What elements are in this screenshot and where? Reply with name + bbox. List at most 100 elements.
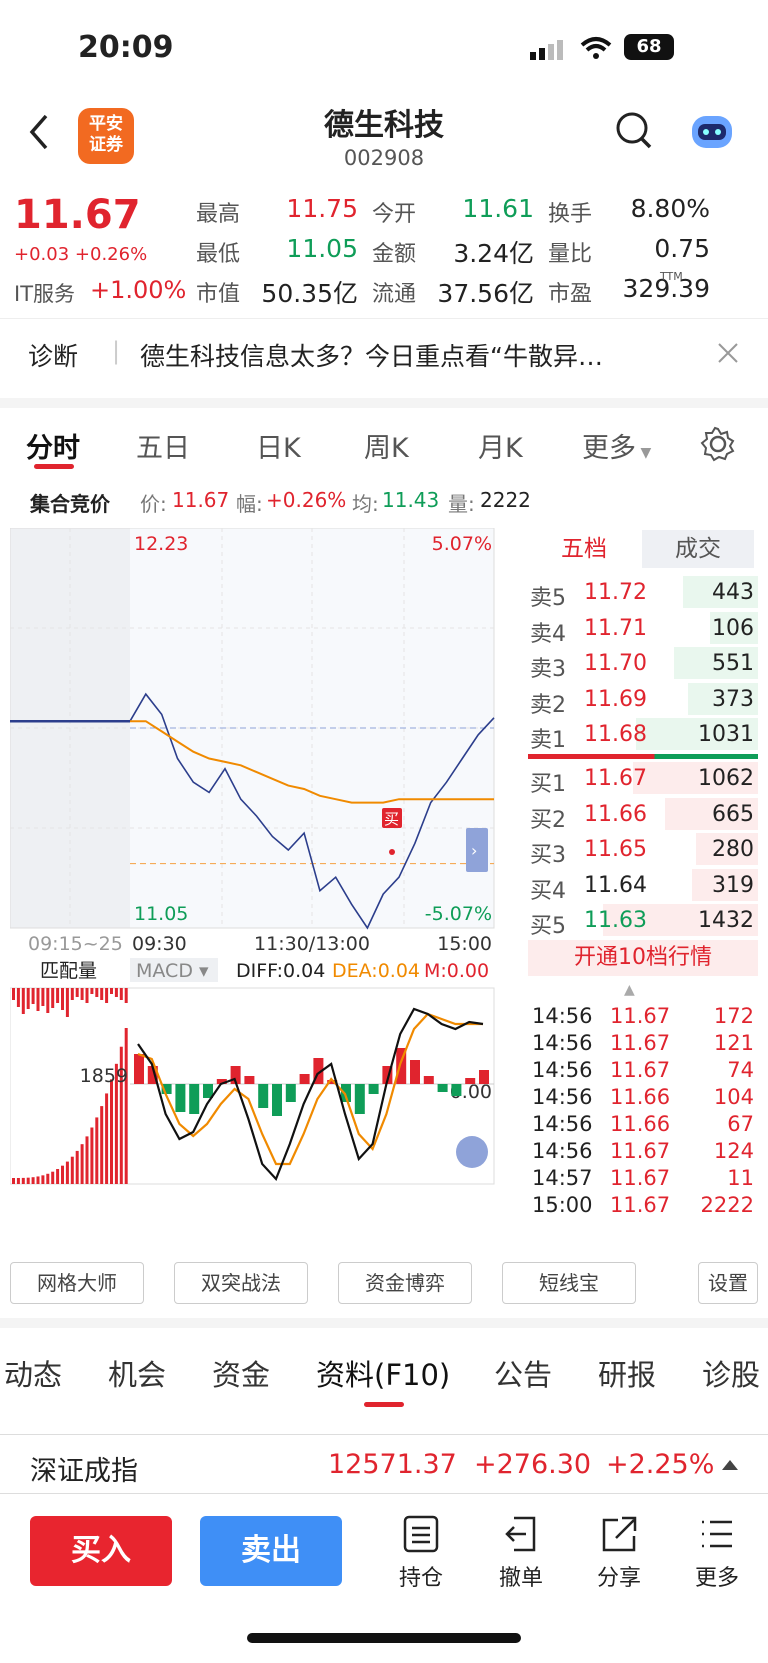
- gear-icon[interactable]: [700, 426, 736, 466]
- trade-tick: 14:56 11.66 104: [528, 1083, 758, 1111]
- bids-row[interactable]: 买2 11.66 665: [528, 796, 758, 833]
- bids-row[interactable]: 买4 11.64 319: [528, 867, 758, 904]
- bids-row[interactable]: 买1 11.67 1062: [528, 760, 758, 797]
- level-volume: 1432: [698, 908, 754, 933]
- robot-icon[interactable]: [688, 108, 736, 156]
- positions-button[interactable]: 持仓: [386, 1514, 456, 1592]
- level-label: 买1: [530, 772, 566, 797]
- intraday-chart[interactable]: 买 › 12.23 5.07% 11.05 -5.07% 09:15~25 09:30 11:3…: [9, 527, 528, 1185]
- bids-row[interactable]: 买3 11.65 280: [528, 831, 758, 868]
- tab-news[interactable]: 动态: [4, 1352, 62, 1394]
- auction-match-bar: [110, 1079, 113, 1184]
- tool-short-term[interactable]: 短线宝: [502, 1262, 636, 1304]
- tab-funds[interactable]: 资金: [212, 1352, 270, 1394]
- level-volume: 280: [712, 837, 754, 862]
- tick-price: 11.67: [610, 1058, 671, 1082]
- bottom-toolbar: 买入 卖出 持仓 撤单 分享 更多: [0, 1500, 768, 1630]
- macd-bar: [175, 1084, 186, 1112]
- tab-indicator: [364, 1402, 404, 1407]
- tab-weekly-k[interactable]: 周K: [364, 426, 409, 465]
- quote-value: 0.75: [654, 234, 710, 263]
- macd-bar: [354, 1084, 365, 1114]
- level-volume: 1062: [698, 766, 754, 791]
- auction-volume-bar: [46, 988, 50, 1013]
- tab-f10[interactable]: 资料(F10): [316, 1352, 450, 1394]
- asks-row[interactable]: 卖3 11.70 551: [528, 645, 758, 682]
- auction-match-bar: [124, 1028, 128, 1184]
- tab-diagnose[interactable]: 诊股: [702, 1352, 760, 1394]
- order-book: 五档 成交 卖5 11.72 443 卖4 11.71 106 卖3 11.70 551 卖2 11…: [528, 528, 768, 1250]
- price-change: +0.03 +0.26%: [14, 244, 148, 265]
- pct-low-label: -5.07%: [425, 903, 492, 925]
- tab-intraday[interactable]: 分时: [26, 426, 80, 465]
- bids-row[interactable]: 买5 11.63 1432: [528, 902, 758, 939]
- time-axis-label: 09:30: [132, 933, 187, 955]
- auction-volume-bar: [114, 988, 118, 997]
- macd-bar: [423, 1076, 434, 1084]
- diagnosis-banner[interactable]: 诊断 | 德生科技信息太多？今日重点看“牛散异…: [0, 318, 768, 388]
- tick-price: 11.67: [610, 1193, 671, 1217]
- tool-fund-game[interactable]: 资金博弈: [338, 1262, 472, 1304]
- diagnosis-label: 诊断: [28, 342, 79, 371]
- share-button[interactable]: 分享: [584, 1514, 654, 1592]
- sell-button[interactable]: 卖出: [200, 1516, 342, 1586]
- macd-bar: [134, 1054, 144, 1084]
- level-volume: 106: [712, 615, 754, 641]
- last-price: 11.67: [14, 192, 141, 238]
- battery-level: 68: [636, 36, 662, 57]
- tab-monthly-k[interactable]: 月K: [478, 426, 523, 465]
- diagnosis-text[interactable]: 德生科技信息太多？今日重点看“牛散异…: [140, 337, 690, 373]
- asks-row[interactable]: 卖5 11.72 443: [528, 574, 758, 611]
- level-label: 卖4: [530, 621, 566, 647]
- stock-header: 平安 证券 德生科技 002908: [0, 96, 768, 180]
- tab-five-level[interactable]: 五档: [528, 530, 640, 568]
- auction-match-bar: [85, 1136, 89, 1184]
- auction-match-bar: [16, 1177, 20, 1184]
- trade-tick: 14:57 11.67 11: [528, 1164, 758, 1192]
- auction-vol: 2222: [480, 488, 531, 512]
- level-label: 卖5: [530, 586, 566, 611]
- info-tabs: 动态 机会 资金 资料(F10) 公告 研报 诊股: [0, 1318, 768, 1407]
- auction-volume-bar: [26, 988, 30, 1009]
- tab-research[interactable]: 研报: [598, 1352, 656, 1394]
- close-icon[interactable]: [716, 341, 740, 369]
- index-pct: +2.25%: [606, 1449, 715, 1480]
- index-ticker[interactable]: 深证成指 12571.37 +276.30 +2.25%: [0, 1434, 768, 1494]
- chevron-up-icon[interactable]: [720, 1457, 740, 1476]
- sector-name[interactable]: IT服务: [14, 278, 75, 308]
- asks-row[interactable]: 卖4 11.71 106: [528, 610, 758, 647]
- chart-svg[interactable]: 买 › 12.23 5.07% 11.05 -5.07% 09:15~25 09:30 11:3…: [9, 527, 528, 1228]
- buy-button[interactable]: 买入: [30, 1516, 172, 1586]
- divider: |: [112, 337, 121, 365]
- auction-volume-bar: [70, 988, 74, 1000]
- tab-five-day[interactable]: 五日: [136, 426, 190, 465]
- level-label: 买2: [530, 807, 566, 833]
- collapse-icon[interactable]: ▲: [624, 982, 635, 998]
- search-icon[interactable]: [614, 110, 654, 156]
- macd-bar: [258, 1084, 269, 1108]
- auction-volume-bar: [75, 988, 79, 997]
- quote-value: 11.61: [462, 194, 534, 223]
- auction-avg: 11.43: [382, 488, 440, 512]
- tick-volume: 104: [713, 1085, 754, 1109]
- macd-select-label: MACD ▾: [136, 960, 209, 982]
- tool-grid-master[interactable]: 网格大师: [10, 1262, 144, 1304]
- level-label: 卖3: [530, 657, 566, 682]
- tab-announcement[interactable]: 公告: [494, 1352, 552, 1394]
- asks-row[interactable]: 卖2 11.69 373: [528, 681, 758, 718]
- trade-tick: 14:56 11.67 121: [528, 1029, 758, 1057]
- tool-settings[interactable]: 设置: [698, 1262, 758, 1304]
- tab-opportunity[interactable]: 机会: [108, 1352, 166, 1394]
- auction-volume-bar: [85, 988, 89, 1003]
- more-button[interactable]: 更多: [682, 1514, 752, 1592]
- signal-icon: [530, 40, 566, 64]
- tab-daily-k[interactable]: 日K: [256, 426, 301, 465]
- clock: 20:09: [78, 30, 174, 65]
- cancel-order-button[interactable]: 撤单: [486, 1514, 556, 1592]
- tab-more[interactable]: 更多 ▼: [582, 426, 651, 465]
- asks-row[interactable]: 卖1 11.68 1031: [528, 716, 758, 753]
- upgrade-level-button[interactable]: 开通10档行情: [528, 940, 758, 976]
- level-volume: 443: [712, 580, 754, 605]
- tab-trades[interactable]: 成交: [642, 530, 754, 568]
- tool-double-break[interactable]: 双突战法: [174, 1262, 308, 1304]
